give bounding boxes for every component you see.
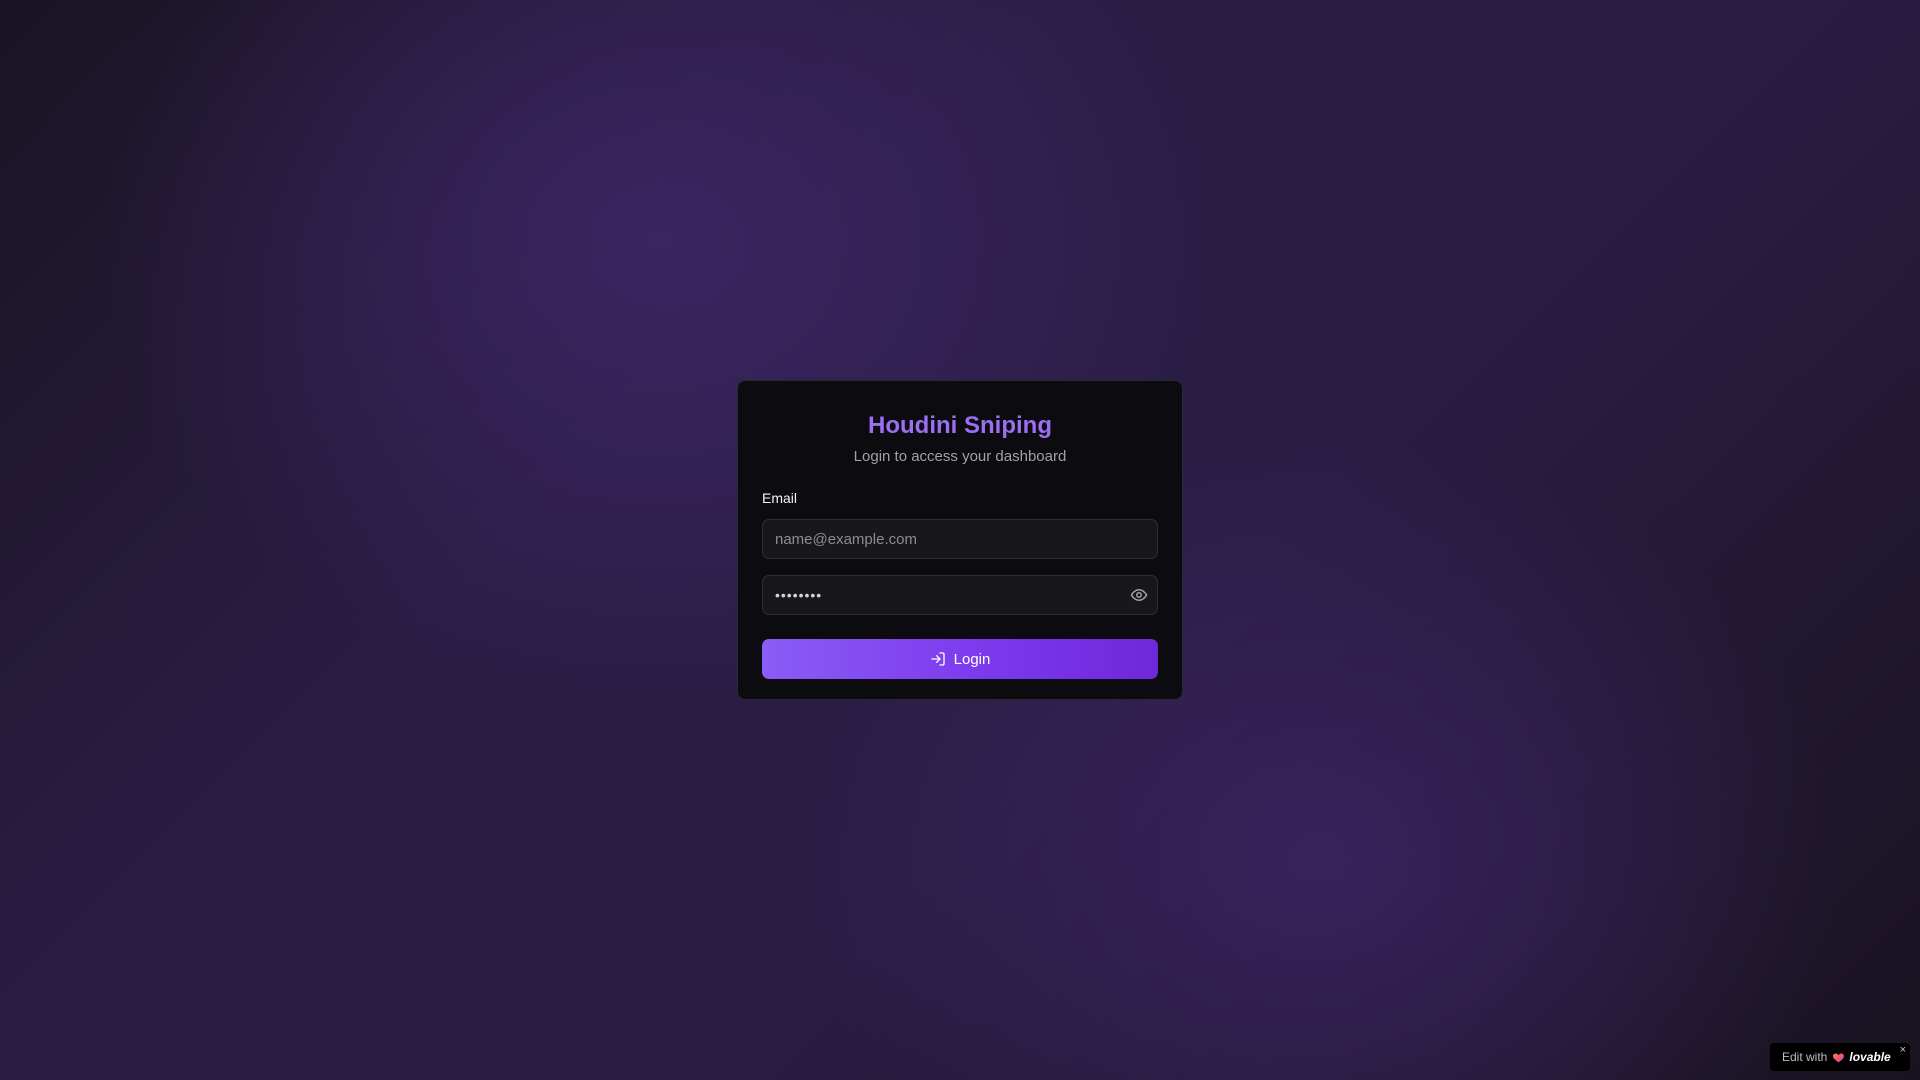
edit-with-lovable-badge[interactable]: Edit with lovable × <box>1770 1043 1910 1071</box>
login-card: Houdini Sniping Login to access your das… <box>737 380 1183 700</box>
log-in-icon <box>930 651 946 667</box>
eye-icon[interactable] <box>1130 586 1148 604</box>
close-icon[interactable]: × <box>1900 1044 1906 1056</box>
login-subtitle: Login to access your dashboard <box>853 448 1067 465</box>
app-title: Houdini Sniping <box>868 412 1052 439</box>
email-input[interactable] <box>762 519 1158 559</box>
login-button[interactable]: Login <box>762 639 1158 679</box>
email-field-wrapper <box>762 519 1158 559</box>
badge-prefix: Edit with <box>1782 1050 1828 1064</box>
password-input[interactable] <box>762 575 1158 615</box>
lovable-logo-text: lovable <box>1849 1050 1891 1064</box>
heart-icon <box>1832 1051 1845 1064</box>
email-label: Email <box>762 490 798 506</box>
password-field-wrapper: •••••••• <box>762 575 1158 615</box>
login-button-label: Login <box>953 650 991 668</box>
